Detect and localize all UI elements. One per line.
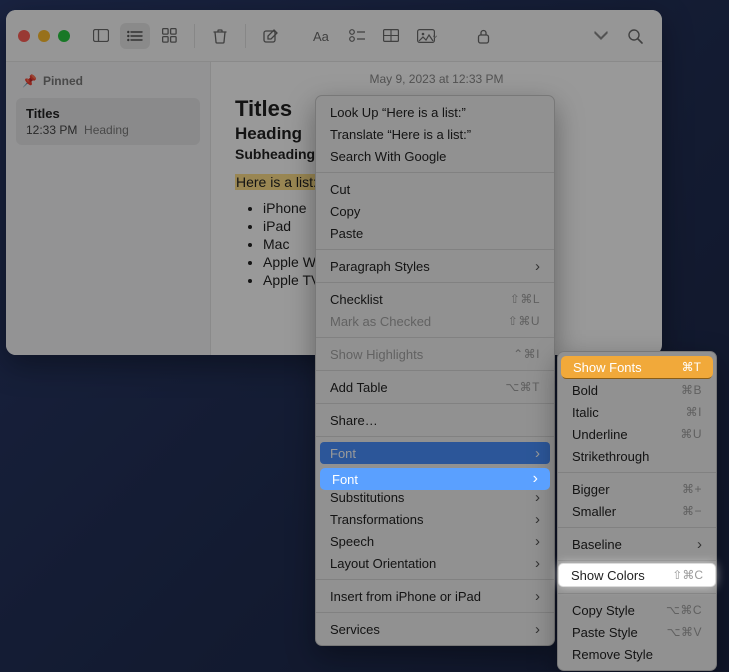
window-controls [18,30,70,42]
highlight-show-colors-row[interactable]: Show Colors⇧⌘C [558,563,716,587]
maximize-button[interactable] [58,30,70,42]
menu-layout-orientation[interactable]: Layout Orientation [316,552,554,574]
menu-insert-from-device[interactable]: Insert from iPhone or iPad [316,585,554,607]
menu-font[interactable]: Font [320,442,550,464]
menu-cut[interactable]: Cut [316,178,554,200]
submenu-strikethrough[interactable]: Strikethrough [558,445,716,467]
submenu-italic[interactable]: Italic⌘I [558,401,716,423]
submenu-underline[interactable]: Underline⌘U [558,423,716,445]
sidebar-toggle-icon[interactable] [86,23,116,49]
menu-translate[interactable]: Translate “Here is a list:” [316,123,554,145]
menu-services[interactable]: Services [316,618,554,640]
menu-paragraph-styles[interactable]: Paragraph Styles [316,255,554,277]
trash-icon[interactable] [205,23,235,49]
submenu-smaller[interactable]: Smaller⌘− [558,500,716,522]
menu-show-highlights: Show Highlights⌃⌘I [316,343,554,365]
menu-speech[interactable]: Speech [316,530,554,552]
titlebar: Aa ⌄ [6,10,662,62]
grid-view-icon[interactable] [154,23,184,49]
submenu-copy-style[interactable]: Copy Style⌥⌘C [558,599,716,621]
note-preview: Heading [84,123,129,137]
lock-icon[interactable] [468,23,498,49]
highlight-show-fonts-row[interactable]: Show Fonts⌘T [561,356,713,378]
svg-text:Aa: Aa [313,29,330,43]
list-view-icon[interactable] [120,23,150,49]
text-format-icon[interactable]: Aa [308,23,338,49]
checklist-toolbar-icon[interactable] [342,23,372,49]
search-icon[interactable] [620,23,650,49]
menu-paste[interactable]: Paste [316,222,554,244]
menu-transformations[interactable]: Transformations [316,508,554,530]
menu-mark-checked: Mark as Checked⇧⌘U [316,310,554,332]
pinned-section-header: 📌 Pinned [16,70,200,98]
submenu-paste-style[interactable]: Paste Style⌥⌘V [558,621,716,643]
notes-sidebar: 📌 Pinned Titles 12:33 PM Heading [6,62,211,355]
table-toolbar-icon[interactable] [376,23,406,49]
minimize-button[interactable] [38,30,50,42]
menu-lookup[interactable]: Look Up “Here is a list:” [316,101,554,123]
submenu-baseline[interactable]: Baseline [558,533,716,555]
note-timestamp: May 9, 2023 at 12:33 PM [235,72,638,86]
pinned-label: Pinned [43,74,83,88]
menu-checklist[interactable]: Checklist⇧⌘L [316,288,554,310]
menu-copy[interactable]: Copy [316,200,554,222]
note-list-item[interactable]: Titles 12:33 PM Heading [16,98,200,145]
menu-share[interactable]: Share… [316,409,554,431]
chevron-down-icon: ⌄ [431,30,439,41]
font-submenu: Show Fonts⌘T Bold⌘B Italic⌘I Underline⌘U… [557,351,717,671]
close-button[interactable] [18,30,30,42]
context-menu: Look Up “Here is a list:” Translate “Her… [315,95,555,646]
media-toolbar-icon[interactable]: ⌄ [410,23,446,49]
submenu-bigger[interactable]: Bigger⌘+ [558,478,716,500]
note-time: 12:33 PM [26,123,77,137]
submenu-remove-style[interactable]: Remove Style [558,643,716,665]
menu-add-table[interactable]: Add Table⌥⌘T [316,376,554,398]
compose-icon[interactable] [256,23,286,49]
editor-body-highlight: Here is a list: [235,174,318,190]
submenu-bold[interactable]: Bold⌘B [558,379,716,401]
note-title: Titles [26,106,190,121]
menu-search-google[interactable]: Search With Google [316,145,554,167]
pin-icon: 📌 [22,74,37,88]
highlight-font-row[interactable]: Font [320,468,550,490]
more-icon[interactable] [586,23,616,49]
